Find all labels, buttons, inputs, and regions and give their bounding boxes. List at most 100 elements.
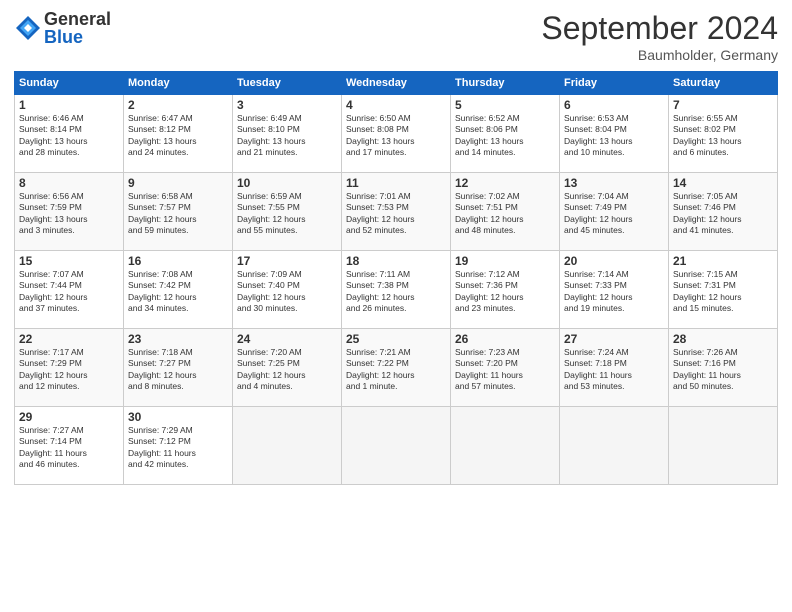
calendar-cell: 18Sunrise: 7:11 AM Sunset: 7:38 PM Dayli… — [342, 251, 451, 329]
calendar-cell — [342, 407, 451, 485]
day-info: Sunrise: 6:59 AM Sunset: 7:55 PM Dayligh… — [237, 191, 337, 237]
title-block: September 2024 Baumholder, Germany — [541, 10, 778, 63]
calendar-cell: 14Sunrise: 7:05 AM Sunset: 7:46 PM Dayli… — [669, 173, 778, 251]
calendar-cell — [669, 407, 778, 485]
day-info: Sunrise: 7:14 AM Sunset: 7:33 PM Dayligh… — [564, 269, 664, 315]
calendar-cell: 13Sunrise: 7:04 AM Sunset: 7:49 PM Dayli… — [560, 173, 669, 251]
day-number: 11 — [346, 176, 446, 190]
day-info: Sunrise: 7:15 AM Sunset: 7:31 PM Dayligh… — [673, 269, 773, 315]
day-info: Sunrise: 7:18 AM Sunset: 7:27 PM Dayligh… — [128, 347, 228, 393]
calendar-cell: 19Sunrise: 7:12 AM Sunset: 7:36 PM Dayli… — [451, 251, 560, 329]
week-row-4: 22Sunrise: 7:17 AM Sunset: 7:29 PM Dayli… — [15, 329, 778, 407]
day-info: Sunrise: 7:17 AM Sunset: 7:29 PM Dayligh… — [19, 347, 119, 393]
day-info: Sunrise: 7:07 AM Sunset: 7:44 PM Dayligh… — [19, 269, 119, 315]
calendar-cell: 4Sunrise: 6:50 AM Sunset: 8:08 PM Daylig… — [342, 95, 451, 173]
day-info: Sunrise: 6:46 AM Sunset: 8:14 PM Dayligh… — [19, 113, 119, 159]
day-number: 30 — [128, 410, 228, 424]
calendar-cell: 23Sunrise: 7:18 AM Sunset: 7:27 PM Dayli… — [124, 329, 233, 407]
day-number: 8 — [19, 176, 119, 190]
calendar-cell: 16Sunrise: 7:08 AM Sunset: 7:42 PM Dayli… — [124, 251, 233, 329]
logo-blue: Blue — [44, 28, 111, 46]
day-number: 7 — [673, 98, 773, 112]
week-row-1: 1Sunrise: 6:46 AM Sunset: 8:14 PM Daylig… — [15, 95, 778, 173]
calendar-cell — [451, 407, 560, 485]
day-info: Sunrise: 7:09 AM Sunset: 7:40 PM Dayligh… — [237, 269, 337, 315]
day-number: 10 — [237, 176, 337, 190]
day-info: Sunrise: 7:02 AM Sunset: 7:51 PM Dayligh… — [455, 191, 555, 237]
day-info: Sunrise: 7:27 AM Sunset: 7:14 PM Dayligh… — [19, 425, 119, 471]
day-info: Sunrise: 6:53 AM Sunset: 8:04 PM Dayligh… — [564, 113, 664, 159]
day-info: Sunrise: 7:24 AM Sunset: 7:18 PM Dayligh… — [564, 347, 664, 393]
day-info: Sunrise: 6:56 AM Sunset: 7:59 PM Dayligh… — [19, 191, 119, 237]
calendar-cell: 26Sunrise: 7:23 AM Sunset: 7:20 PM Dayli… — [451, 329, 560, 407]
day-info: Sunrise: 7:12 AM Sunset: 7:36 PM Dayligh… — [455, 269, 555, 315]
day-info: Sunrise: 7:11 AM Sunset: 7:38 PM Dayligh… — [346, 269, 446, 315]
day-number: 20 — [564, 254, 664, 268]
calendar-cell: 6Sunrise: 6:53 AM Sunset: 8:04 PM Daylig… — [560, 95, 669, 173]
calendar-body: 1Sunrise: 6:46 AM Sunset: 8:14 PM Daylig… — [15, 95, 778, 485]
calendar-cell: 24Sunrise: 7:20 AM Sunset: 7:25 PM Dayli… — [233, 329, 342, 407]
calendar-cell: 7Sunrise: 6:55 AM Sunset: 8:02 PM Daylig… — [669, 95, 778, 173]
day-info: Sunrise: 6:58 AM Sunset: 7:57 PM Dayligh… — [128, 191, 228, 237]
calendar-cell: 25Sunrise: 7:21 AM Sunset: 7:22 PM Dayli… — [342, 329, 451, 407]
calendar-cell: 5Sunrise: 6:52 AM Sunset: 8:06 PM Daylig… — [451, 95, 560, 173]
day-number: 19 — [455, 254, 555, 268]
calendar-cell: 29Sunrise: 7:27 AM Sunset: 7:14 PM Dayli… — [15, 407, 124, 485]
day-info: Sunrise: 6:55 AM Sunset: 8:02 PM Dayligh… — [673, 113, 773, 159]
day-number: 4 — [346, 98, 446, 112]
day-number: 18 — [346, 254, 446, 268]
day-number: 3 — [237, 98, 337, 112]
day-number: 2 — [128, 98, 228, 112]
day-number: 28 — [673, 332, 773, 346]
calendar-cell — [560, 407, 669, 485]
week-row-5: 29Sunrise: 7:27 AM Sunset: 7:14 PM Dayli… — [15, 407, 778, 485]
calendar-cell: 2Sunrise: 6:47 AM Sunset: 8:12 PM Daylig… — [124, 95, 233, 173]
day-number: 16 — [128, 254, 228, 268]
calendar-cell: 27Sunrise: 7:24 AM Sunset: 7:18 PM Dayli… — [560, 329, 669, 407]
day-info: Sunrise: 7:01 AM Sunset: 7:53 PM Dayligh… — [346, 191, 446, 237]
week-row-2: 8Sunrise: 6:56 AM Sunset: 7:59 PM Daylig… — [15, 173, 778, 251]
day-number: 25 — [346, 332, 446, 346]
calendar-cell: 22Sunrise: 7:17 AM Sunset: 7:29 PM Dayli… — [15, 329, 124, 407]
day-info: Sunrise: 7:21 AM Sunset: 7:22 PM Dayligh… — [346, 347, 446, 393]
logo: General Blue — [14, 10, 111, 46]
calendar-cell: 17Sunrise: 7:09 AM Sunset: 7:40 PM Dayli… — [233, 251, 342, 329]
day-info: Sunrise: 6:52 AM Sunset: 8:06 PM Dayligh… — [455, 113, 555, 159]
calendar-cell: 20Sunrise: 7:14 AM Sunset: 7:33 PM Dayli… — [560, 251, 669, 329]
header-wednesday: Wednesday — [342, 72, 451, 95]
logo-text: General Blue — [44, 10, 111, 46]
header-tuesday: Tuesday — [233, 72, 342, 95]
day-number: 13 — [564, 176, 664, 190]
page: General Blue September 2024 Baumholder, … — [0, 0, 792, 612]
day-info: Sunrise: 7:23 AM Sunset: 7:20 PM Dayligh… — [455, 347, 555, 393]
calendar-cell — [233, 407, 342, 485]
day-number: 21 — [673, 254, 773, 268]
day-info: Sunrise: 7:20 AM Sunset: 7:25 PM Dayligh… — [237, 347, 337, 393]
day-info: Sunrise: 6:50 AM Sunset: 8:08 PM Dayligh… — [346, 113, 446, 159]
day-number: 5 — [455, 98, 555, 112]
day-number: 23 — [128, 332, 228, 346]
calendar-cell: 12Sunrise: 7:02 AM Sunset: 7:51 PM Dayli… — [451, 173, 560, 251]
header-monday: Monday — [124, 72, 233, 95]
header: General Blue September 2024 Baumholder, … — [14, 10, 778, 63]
day-number: 6 — [564, 98, 664, 112]
day-number: 29 — [19, 410, 119, 424]
calendar-table: SundayMondayTuesdayWednesdayThursdayFrid… — [14, 71, 778, 485]
header-thursday: Thursday — [451, 72, 560, 95]
day-number: 9 — [128, 176, 228, 190]
day-info: Sunrise: 6:49 AM Sunset: 8:10 PM Dayligh… — [237, 113, 337, 159]
calendar-cell: 15Sunrise: 7:07 AM Sunset: 7:44 PM Dayli… — [15, 251, 124, 329]
day-number: 15 — [19, 254, 119, 268]
day-info: Sunrise: 7:29 AM Sunset: 7:12 PM Dayligh… — [128, 425, 228, 471]
calendar-cell: 11Sunrise: 7:01 AM Sunset: 7:53 PM Dayli… — [342, 173, 451, 251]
calendar-cell: 30Sunrise: 7:29 AM Sunset: 7:12 PM Dayli… — [124, 407, 233, 485]
calendar-cell: 1Sunrise: 6:46 AM Sunset: 8:14 PM Daylig… — [15, 95, 124, 173]
calendar-cell: 9Sunrise: 6:58 AM Sunset: 7:57 PM Daylig… — [124, 173, 233, 251]
day-number: 17 — [237, 254, 337, 268]
day-number: 26 — [455, 332, 555, 346]
subtitle: Baumholder, Germany — [541, 47, 778, 63]
header-sunday: Sunday — [15, 72, 124, 95]
day-info: Sunrise: 7:04 AM Sunset: 7:49 PM Dayligh… — [564, 191, 664, 237]
logo-icon — [14, 14, 42, 42]
day-number: 14 — [673, 176, 773, 190]
